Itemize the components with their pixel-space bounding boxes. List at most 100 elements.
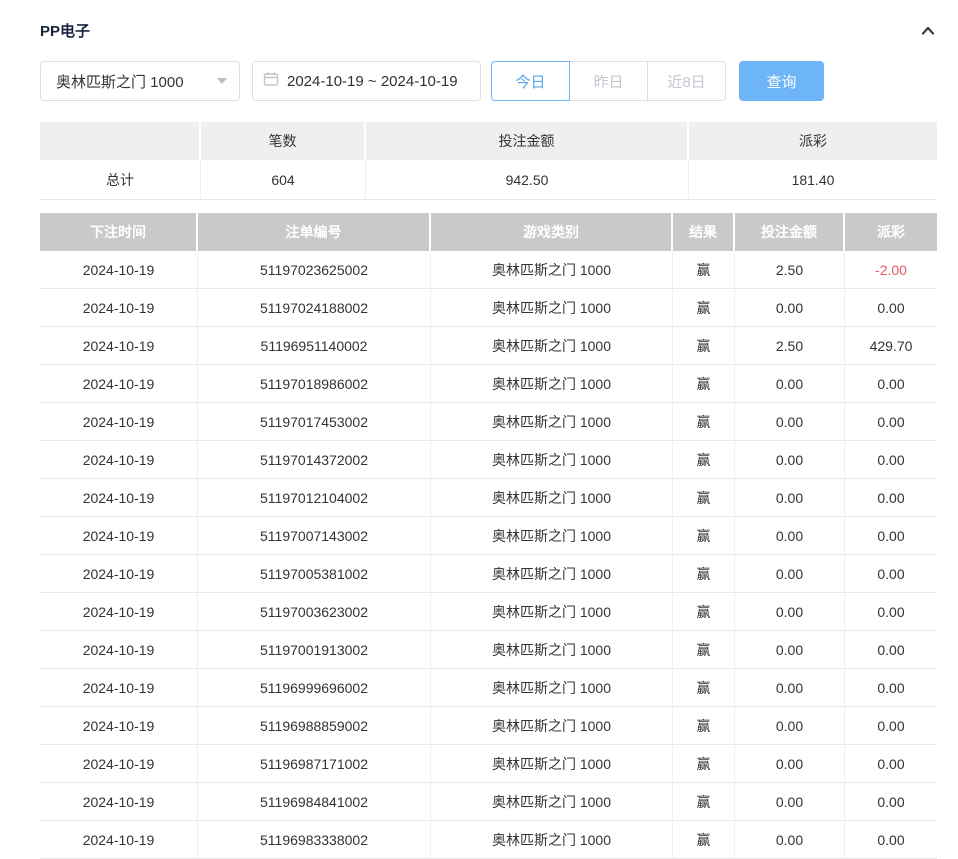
cell-payout: 0.00 <box>845 631 937 669</box>
summary-header-row: 笔数投注金额派彩 <box>40 122 937 160</box>
cell-game-type: 奥林匹斯之门 1000 <box>431 631 673 669</box>
cell-bet-time: 2024-10-19 <box>40 365 198 403</box>
cell-bet-time: 2024-10-19 <box>40 327 198 365</box>
cell-order-no: 51197024188002 <box>198 289 431 327</box>
cell-payout: 0.00 <box>845 745 937 783</box>
table-row: 2024-10-1951196988859002奥林匹斯之门 1000赢0.00… <box>40 707 937 745</box>
cell-result: 赢 <box>673 669 735 707</box>
cell-bet-time: 2024-10-19 <box>40 783 198 821</box>
cell-bet-amount: 2.50 <box>735 251 845 289</box>
cell-payout: 0.00 <box>845 707 937 745</box>
cell-bet-amount: 0.00 <box>735 403 845 441</box>
cell-result: 赢 <box>673 745 735 783</box>
table-row: 2024-10-1951197012104002奥林匹斯之门 1000赢 0.00… <box>40 479 937 517</box>
cell-payout: 0.00 <box>845 289 937 327</box>
table-row: 2024-10-1951197007143002奥林匹斯之门 1000赢0.00… <box>40 517 937 555</box>
cell-result: 赢 <box>673 251 735 289</box>
table-row: 2024-10-1951196984841002奥林匹斯之门 1000赢0.00… <box>40 783 937 821</box>
cell-bet-amount: 0.00 <box>735 745 845 783</box>
cell-game-type: 奥林匹斯之门 1000 <box>431 707 673 745</box>
collapse-button[interactable] <box>919 23 937 39</box>
cell-result: 赢 <box>673 707 735 745</box>
cell-payout: 0.00 <box>845 555 937 593</box>
summary-column-header: 笔数 <box>201 122 366 160</box>
cell-payout: 0.00 <box>845 365 937 403</box>
cell-payout: 0.00 <box>845 669 937 707</box>
summary-column-header <box>40 122 201 160</box>
cell-bet-time: 2024-10-19 <box>40 517 198 555</box>
summary-payout: 181.40 <box>689 160 937 200</box>
cell-order-no: 51196983338002 <box>198 821 431 859</box>
cell-bet-time: 2024-10-19 <box>40 631 198 669</box>
cell-result: 赢 <box>673 517 735 555</box>
cell-bet-amount: 0.00 <box>735 593 845 631</box>
filter-bar: 奥林匹斯之门 1000 2024-10-19 ~ 2024-10-19 今日昨日… <box>40 61 937 101</box>
game-select[interactable]: 奥林匹斯之门 1000 <box>40 61 240 101</box>
cell-order-no: 51196988859002 <box>198 707 431 745</box>
cell-bet-time: 2024-10-19 <box>40 593 198 631</box>
cell-bet-amount: 0.00 <box>735 555 845 593</box>
page-title: PP电子 <box>40 20 90 41</box>
detail-column-header: 注单编号 <box>198 213 431 251</box>
panel-header: PP电子 <box>40 0 937 41</box>
cell-order-no: 51197012104002 <box>198 479 431 517</box>
cell-payout: 0.00 <box>845 593 937 631</box>
cell-result: 赢 <box>673 327 735 365</box>
summary-count: 604 <box>201 160 366 200</box>
detail-column-header: 下注时间 <box>40 213 198 251</box>
query-button[interactable]: 查询 <box>739 61 824 101</box>
summary-total-row: 总计 604 942.50 181.40 <box>40 160 937 200</box>
cell-game-type: 奥林匹斯之门 1000 <box>431 783 673 821</box>
cell-order-no: 51197017453002 <box>198 403 431 441</box>
cell-result: 赢 <box>673 479 735 517</box>
cell-bet-time: 2024-10-19 <box>40 479 198 517</box>
table-row: 2024-10-1951197024188002奥林匹斯之门 1000赢0.00… <box>40 289 937 327</box>
cell-payout: 0.00 <box>845 403 937 441</box>
cell-game-type: 奥林匹斯之门 1000 <box>431 479 673 517</box>
cell-payout: 0.00 <box>845 479 937 517</box>
cell-game-type: 奥林匹斯之门 1000 <box>431 555 673 593</box>
cell-bet-amount: 0.00 <box>735 365 845 403</box>
summary-column-header: 投注金额 <box>366 122 689 160</box>
pp-games-panel: PP电子 奥林匹斯之门 1000 2024-10-19 ~ <box>40 0 937 859</box>
table-row: 2024-10-1951196999696002奥林匹斯之门 1000赢 0.00… <box>40 669 937 707</box>
cell-result: 赢 <box>673 821 735 859</box>
cell-result: 赢 <box>673 631 735 669</box>
cell-result: 赢 <box>673 783 735 821</box>
date-range-picker[interactable]: 2024-10-19 ~ 2024-10-19 <box>252 61 481 101</box>
cell-game-type: 奥林匹斯之门 1000 <box>431 327 673 365</box>
date-range-value: 2024-10-19 ~ 2024-10-19 <box>287 73 458 90</box>
cell-game-type: 奥林匹斯之门 1000 <box>431 821 673 859</box>
detail-column-header: 结果 <box>673 213 735 251</box>
cell-payout: 0.00 <box>845 821 937 859</box>
cell-game-type: 奥林匹斯之门 1000 <box>431 365 673 403</box>
detail-column-header: 游戏类别 <box>431 213 673 251</box>
cell-order-no: 51197014372002 <box>198 441 431 479</box>
detail-table-body: 2024-10-1951197023625002奥林匹斯之门 1000赢2.50… <box>40 251 937 859</box>
cell-bet-amount: 0.00 <box>735 289 845 327</box>
cell-result: 赢 <box>673 403 735 441</box>
detail-column-header: 派彩 <box>845 213 937 251</box>
chevron-down-icon <box>217 78 227 84</box>
table-row: 2024-10-1951196983338002奥林匹斯之门 1000赢0.00… <box>40 821 937 859</box>
quick-date-button[interactable]: 昨日 <box>569 61 648 101</box>
calendar-icon <box>263 71 279 92</box>
cell-game-type: 奥林匹斯之门 1000 <box>431 669 673 707</box>
quick-date-button[interactable]: 今日 <box>491 61 570 101</box>
table-row: 2024-10-1951197003623002奥林匹斯之门 1000赢0.00… <box>40 593 937 631</box>
cell-bet-time: 2024-10-19 <box>40 251 198 289</box>
cell-bet-amount: 0.00 <box>735 821 845 859</box>
bet-detail-table: 下注时间注单编号游戏类别结果投注金额派彩 2024-10-19511970236… <box>40 213 937 859</box>
cell-order-no: 51196999696002 <box>198 669 431 707</box>
cell-bet-time: 2024-10-19 <box>40 669 198 707</box>
cell-order-no: 51197007143002 <box>198 517 431 555</box>
quick-date-button[interactable]: 近8日 <box>647 61 726 101</box>
cell-order-no: 51197023625002 <box>198 251 431 289</box>
cell-bet-time: 2024-10-19 <box>40 821 198 859</box>
table-row: 2024-10-1951197017453002奥林匹斯之门 1000赢0.00… <box>40 403 937 441</box>
cell-bet-amount: 0.00 <box>735 707 845 745</box>
cell-bet-time: 2024-10-19 <box>40 555 198 593</box>
table-row: 2024-10-1951196951140002奥林匹斯之门 1000赢2.50… <box>40 327 937 365</box>
cell-order-no: 51197018986002 <box>198 365 431 403</box>
cell-payout: 429.70 <box>845 327 937 365</box>
